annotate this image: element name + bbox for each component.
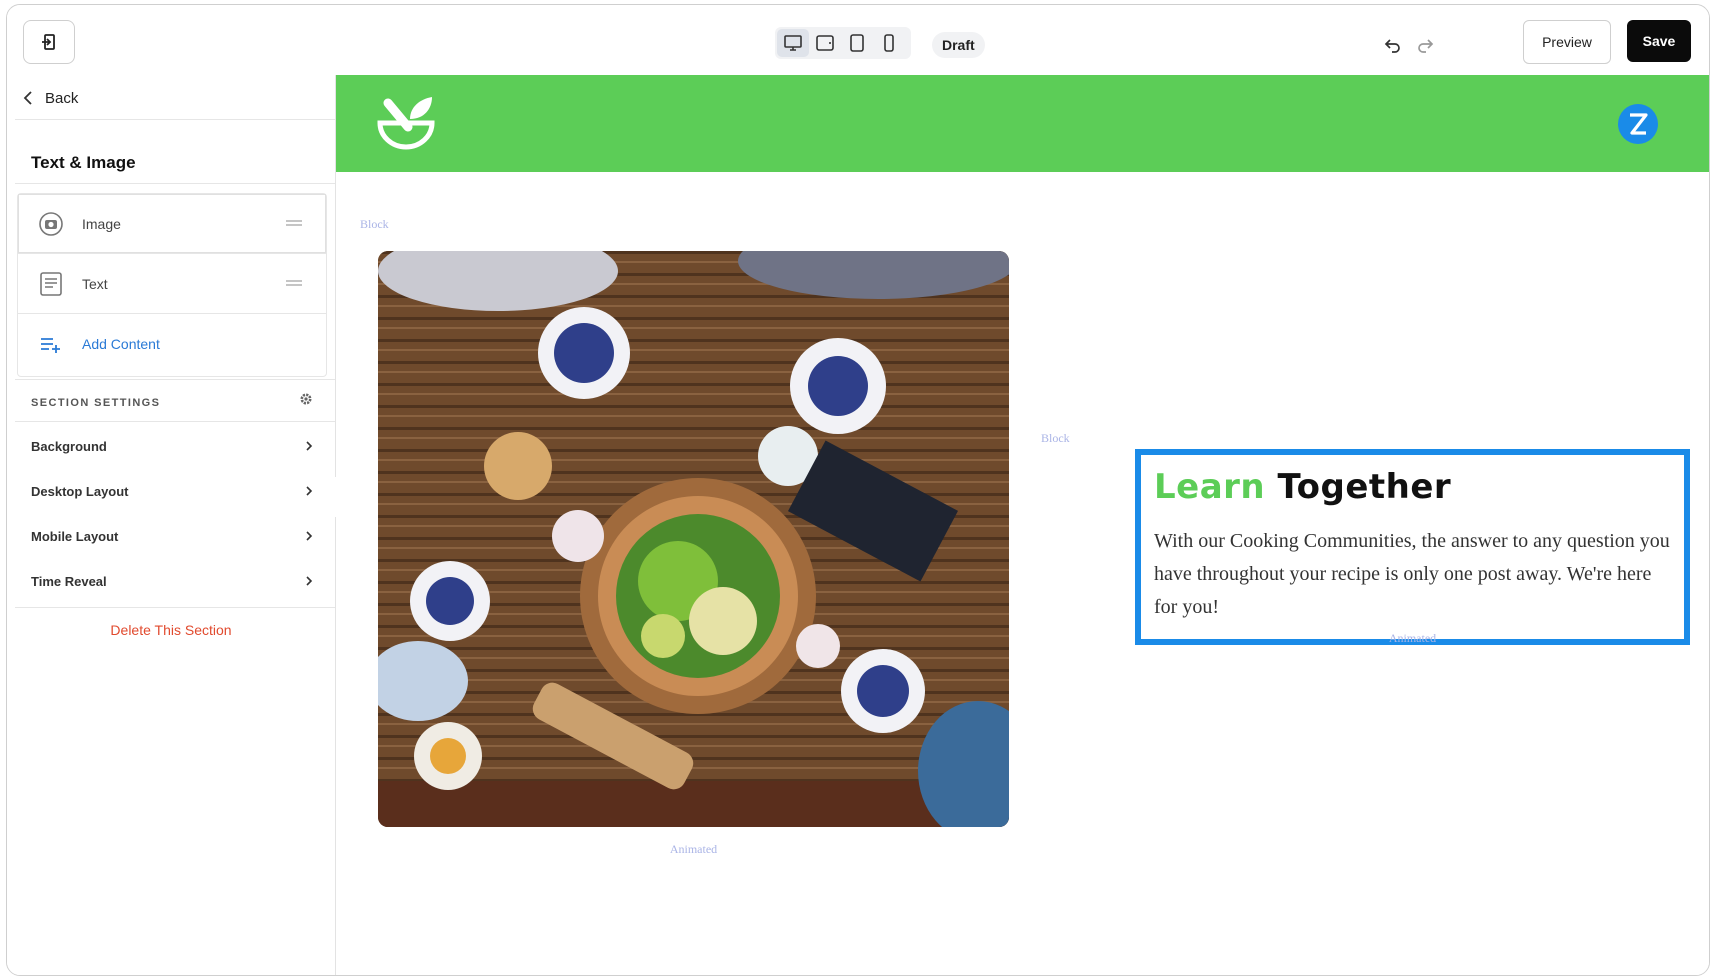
animated-label: Animated (669, 842, 718, 856)
add-content-label: Add Content (82, 336, 160, 352)
section-heading[interactable]: Learn Together (1154, 467, 1451, 507)
setting-label: Mobile Layout (31, 528, 119, 544)
chevron-right-icon (306, 441, 313, 451)
block-label: Block (360, 217, 389, 231)
add-list-icon (36, 329, 66, 359)
setting-time-reveal[interactable]: Time Reveal (15, 557, 335, 605)
camera-icon (36, 209, 66, 239)
setting-mobile-layout[interactable]: Mobile Layout (15, 512, 335, 560)
save-button[interactable]: Save (1627, 20, 1691, 62)
animated-label: Animated (1388, 631, 1437, 645)
device-switcher (775, 27, 911, 59)
desktop-view-button[interactable] (777, 29, 809, 57)
site-badge-icon[interactable] (1618, 104, 1658, 144)
content-item-label: Image (82, 215, 121, 232)
divider (15, 607, 335, 608)
page-canvas: Block Animated Block Learn Together With… (336, 75, 1709, 975)
exit-editor-button[interactable] (23, 20, 75, 64)
divider (15, 379, 335, 380)
mobile-icon (884, 34, 894, 52)
panel-title: Text & Image (31, 153, 136, 172)
back-label: Back (45, 89, 79, 107)
add-content-button[interactable]: Add Content (18, 314, 326, 374)
heading-rest: Together (1277, 467, 1452, 507)
divider (15, 119, 335, 120)
redo-icon (1418, 39, 1434, 53)
content-item-image[interactable]: Image (18, 194, 326, 254)
content-item-label: Text (82, 275, 108, 292)
draft-status-badge: Draft (932, 32, 985, 58)
chevron-left-icon (23, 91, 32, 105)
drag-handle-icon[interactable] (286, 220, 302, 226)
preview-button[interactable]: Preview (1523, 20, 1611, 64)
section-body-text[interactable]: With our Cooking Communities, the answer… (1154, 525, 1674, 624)
top-toolbar: Draft Preview Save (7, 5, 1709, 76)
content-item-text[interactable]: Text (18, 254, 326, 314)
tablet-landscape-icon (816, 35, 834, 51)
tablet-portrait-view-button[interactable] (841, 29, 873, 57)
delete-section-link[interactable]: Delete This Section (7, 622, 335, 638)
editor-sidebar: Back Text & Image Image Text Add Content… (7, 75, 336, 975)
chevron-right-icon (306, 486, 313, 496)
text-document-icon (36, 269, 66, 299)
redo-button[interactable] (1414, 35, 1436, 55)
tablet-landscape-view-button[interactable] (809, 29, 841, 57)
heading-accent-word: Learn (1154, 467, 1266, 507)
setting-label: Background (31, 438, 107, 454)
undo-button[interactable] (1382, 35, 1404, 55)
section-settings-header: SECTION SETTINGS (31, 393, 321, 409)
food-table-image[interactable] (378, 251, 1009, 827)
exit-icon (42, 34, 55, 50)
chevron-right-icon (306, 576, 313, 586)
mortar-pestle-logo-icon (377, 97, 435, 150)
selected-text-block[interactable]: Learn Together With our Cooking Communit… (1135, 449, 1690, 645)
setting-desktop-layout[interactable]: Desktop Layout (15, 467, 335, 515)
undo-icon (1384, 39, 1400, 53)
setting-background[interactable]: Background (15, 422, 335, 470)
desktop-icon (784, 35, 802, 51)
back-button[interactable]: Back (23, 81, 78, 115)
site-header[interactable] (336, 75, 1709, 172)
mobile-view-button[interactable] (873, 29, 905, 57)
section-content-list: Image Text Add Content (17, 193, 327, 377)
drag-handle-icon[interactable] (286, 280, 302, 286)
gear-icon[interactable] (299, 392, 313, 406)
divider (15, 183, 335, 184)
section-settings-label: SECTION SETTINGS (31, 397, 161, 409)
app-window: Draft Preview Save Back Text & Image Ima… (6, 4, 1710, 976)
chevron-right-icon (306, 531, 313, 541)
setting-label: Desktop Layout (31, 483, 129, 499)
setting-label: Time Reveal (31, 573, 107, 589)
tablet-portrait-icon (850, 34, 864, 52)
block-label: Block (1041, 431, 1070, 445)
